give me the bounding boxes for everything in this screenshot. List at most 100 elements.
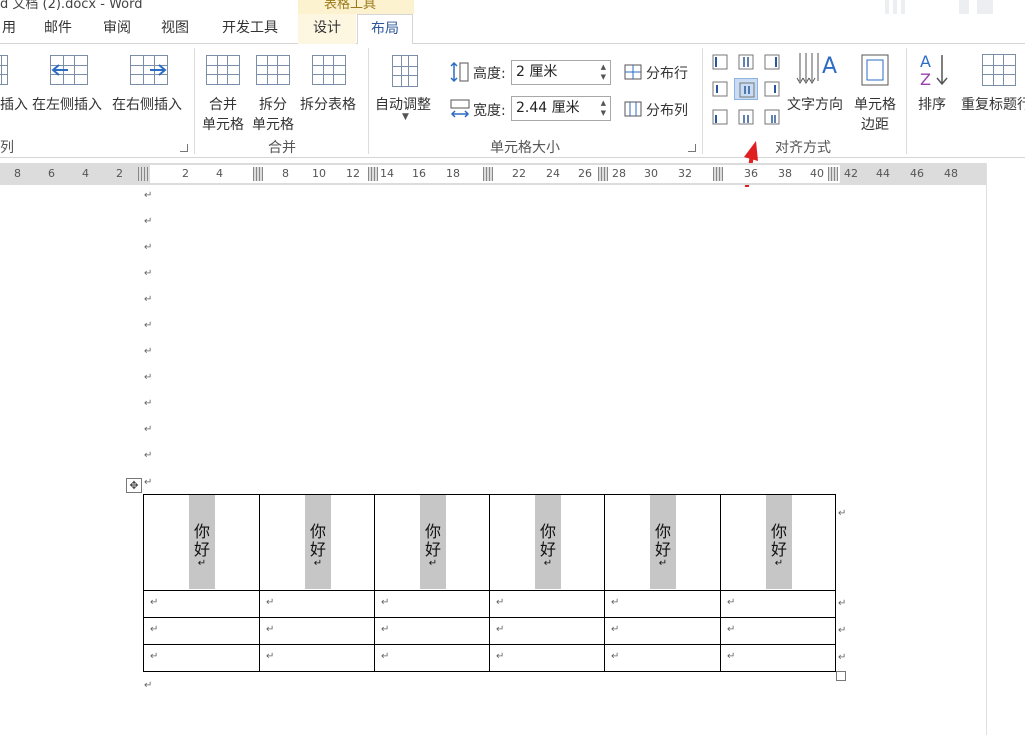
table-cell[interactable]: ↵ (604, 590, 721, 618)
split-cells-button[interactable]: 拆分 单元格 (250, 94, 296, 134)
insert-left-button[interactable]: 在左侧插入 (32, 94, 102, 114)
table-cell[interactable]: ↵ (489, 644, 605, 672)
paragraph-mark: ↵ (144, 190, 153, 201)
rows-cols-dialog-launcher[interactable] (180, 144, 188, 152)
sort-button[interactable]: 排序 (918, 94, 946, 114)
split-table-button[interactable]: 拆分表格 (300, 94, 356, 114)
distribute-rows-button[interactable]: 分布行 (646, 63, 688, 83)
tab-view[interactable]: 视图 (152, 14, 198, 44)
tab-review[interactable]: 审阅 (94, 14, 140, 44)
table-cell[interactable]: ↵ (489, 590, 605, 618)
ruler-tick: 42 (844, 167, 858, 180)
table-cell[interactable]: 你好 ↵ (489, 494, 605, 591)
ruler-column-marker[interactable] (713, 167, 723, 181)
horizontal-ruler[interactable]: 8 6 4 2 2 4 8 10 12 14 16 18 22 24 26 28… (0, 163, 986, 185)
row-end-mark: ↵ (838, 625, 847, 636)
align-bottom-left-button[interactable] (708, 106, 732, 128)
align-center-button[interactable] (734, 78, 758, 100)
repeat-header-rows-button[interactable]: 重复标题行 (961, 94, 1025, 114)
chevron-down-icon: ▼ (402, 112, 409, 122)
table-cell[interactable]: ↵ (259, 617, 375, 645)
tab-mailings[interactable]: 邮件 (34, 14, 82, 44)
ruler-column-marker[interactable] (368, 167, 378, 181)
context-tab-group-title: 表格工具 (298, 0, 414, 14)
table-cell[interactable]: ↵ (604, 644, 721, 672)
ruler-column-marker[interactable] (483, 167, 493, 181)
table-cell[interactable]: ↵ (720, 617, 836, 645)
table-cell[interactable]: ↵ (374, 644, 490, 672)
table-cell[interactable]: ↵ (720, 644, 836, 672)
tab-references[interactable]: 用 (0, 14, 18, 44)
table-cell[interactable]: 你好 ↵ (259, 494, 375, 591)
align-top-right-button[interactable] (760, 51, 784, 73)
text-direction-button[interactable]: 文字方向 (787, 94, 843, 114)
ruler-tick: 40 (810, 167, 824, 180)
tab-developer[interactable]: 开发工具 (212, 14, 288, 44)
text-direction-icon: A (796, 53, 837, 84)
table-cell[interactable]: ↵ (604, 617, 721, 645)
distribute-columns-button[interactable]: 分布列 (646, 100, 688, 120)
height-input[interactable]: 2 厘米 ▲ ▼ (511, 60, 611, 85)
table-cell[interactable]: ↵ (143, 644, 260, 672)
ribbon: 插入 在左侧插入 在右侧插入 列 合并 单元格 拆分 单元格 拆分表格 合并 自… (0, 44, 1025, 219)
table-row: 你好 ↵ 你好 ↵ 你好 ↵ 你好 ↵ 你好 ↵ 你好 ↵ (143, 494, 836, 591)
row-end-mark: ↵ (838, 598, 847, 609)
spin-up-icon[interactable]: ▲ (601, 63, 606, 71)
tab-layout[interactable]: 布局 (357, 14, 413, 45)
table-cell[interactable]: ↵ (259, 590, 375, 618)
group-separator (368, 48, 369, 154)
tab-design[interactable]: 设计 (298, 14, 356, 44)
spin-up-icon[interactable]: ▲ (601, 99, 606, 107)
cell-size-dialog-launcher[interactable] (688, 144, 696, 152)
table-cell[interactable]: ↵ (374, 617, 490, 645)
table-cell[interactable]: ↵ (143, 590, 260, 618)
table-cell[interactable]: 你好 ↵ (374, 494, 490, 591)
spin-down-icon[interactable]: ▼ (601, 109, 606, 117)
alignment-group-label: 对齐方式 (775, 140, 831, 156)
vertical-scrollbar[interactable] (986, 163, 1025, 735)
cell-end-mark: ↵ (381, 651, 390, 662)
ruler-tick: 10 (312, 167, 326, 180)
insert-right-button[interactable]: 在右侧插入 (112, 94, 182, 114)
paragraph-mark: ↵ (144, 268, 153, 279)
ruler-column-marker[interactable] (598, 167, 608, 181)
paragraph-mark: ↵ (144, 320, 153, 331)
align-top-left-button[interactable] (708, 51, 732, 73)
table-cell[interactable]: ↵ (374, 590, 490, 618)
split-cells-label-1: 拆分 (259, 97, 287, 113)
table-cell[interactable]: ↵ (259, 644, 375, 672)
table-cell[interactable]: ↵ (143, 617, 260, 645)
ruler-column-marker[interactable] (253, 167, 263, 181)
ruler-column-marker[interactable] (828, 167, 838, 181)
table-resize-handle[interactable] (836, 671, 846, 681)
autofit-button[interactable]: 自动调整 (375, 94, 431, 114)
width-input[interactable]: 2.44 厘米 ▲ ▼ (511, 96, 611, 121)
align-top-center-button[interactable] (734, 51, 758, 73)
table-cell[interactable]: 你好 ↵ (720, 494, 836, 591)
ruler-tick: 14 (380, 167, 394, 180)
ruler-tick: 32 (678, 167, 692, 180)
ruler-column-marker[interactable] (138, 167, 148, 181)
table-cell[interactable]: ↵ (720, 590, 836, 618)
table-cell[interactable]: 你好 ↵ (143, 494, 260, 591)
align-bottom-center-button[interactable] (734, 106, 758, 128)
paragraph-mark: ↵ (144, 294, 153, 305)
align-middle-left-button[interactable] (708, 78, 732, 100)
vertical-cell-text: 你好 ↵ (771, 522, 788, 569)
ruler-tick: 4 (216, 167, 223, 180)
align-bottom-right-button[interactable] (760, 106, 784, 128)
spin-down-icon[interactable]: ▼ (601, 73, 606, 81)
svg-text:A: A (822, 54, 837, 79)
table-cell[interactable]: 你好 ↵ (604, 494, 721, 591)
align-middle-right-button[interactable] (760, 78, 784, 100)
ruler-tick: 28 (612, 167, 626, 180)
table-cell[interactable]: ↵ (489, 617, 605, 645)
merge-cells-button[interactable]: 合并 单元格 (200, 94, 246, 134)
document-table[interactable]: 你好 ↵ 你好 ↵ 你好 ↵ 你好 ↵ 你好 ↵ 你好 ↵ ↵ ↵ ↵ ↵ ↵ ↵ ↵ ↵ ↵ ↵ ↵ ↵ ↵ ↵… (143, 494, 836, 672)
cell-margins-button[interactable]: 单元格 边距 (850, 94, 900, 134)
insert-below-button[interactable]: 插入 (0, 94, 28, 114)
ruler-tick: 30 (644, 167, 658, 180)
cell-end-mark: ↵ (381, 624, 390, 635)
table-move-handle[interactable]: ✥ (126, 478, 142, 493)
cell-end-mark: ↵ (727, 597, 736, 608)
